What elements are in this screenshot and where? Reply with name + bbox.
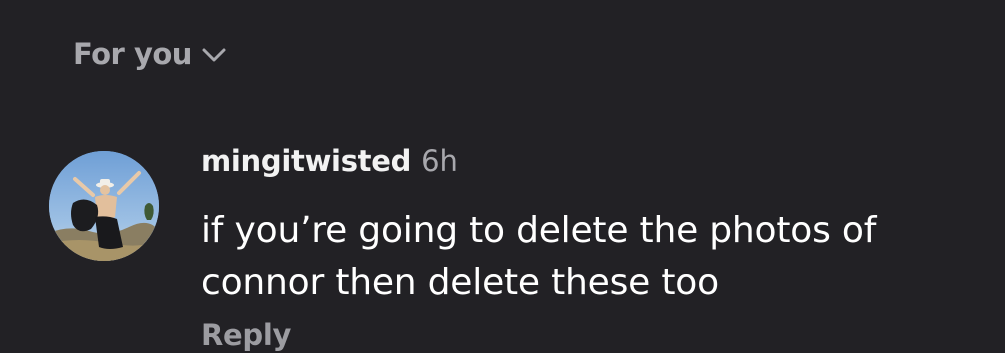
- comment-text-line: connor then delete these too: [201, 262, 719, 303]
- comment-header: mingitwisted 6h: [201, 144, 458, 178]
- avatar[interactable]: [49, 151, 159, 261]
- reply-button[interactable]: Reply: [201, 318, 291, 352]
- comment-item: mingitwisted 6h if you’re going to delet…: [0, 0, 1005, 353]
- timestamp: 6h: [421, 144, 458, 178]
- username[interactable]: mingitwisted: [201, 144, 411, 178]
- comment-text: if you’re going to delete the photos of …: [201, 205, 981, 309]
- comment-text-line: if you’re going to delete the photos of: [201, 210, 877, 251]
